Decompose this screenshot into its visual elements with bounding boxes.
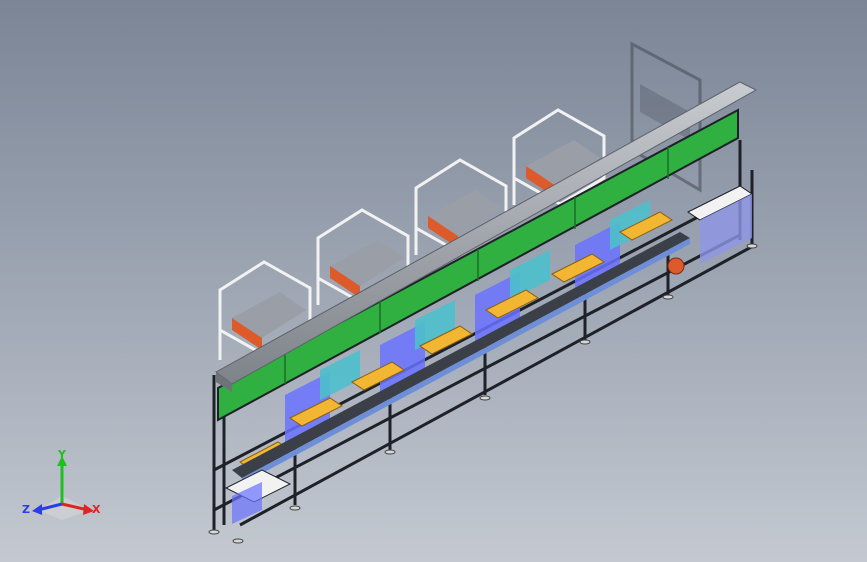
- end-unit-right[interactable]: [667, 185, 753, 275]
- orientation-triad[interactable]: Y X Z: [20, 448, 110, 528]
- x-axis-label: X: [92, 503, 101, 516]
- z-axis-label: Z: [22, 503, 30, 516]
- assembly-line-model[interactable]: [0, 0, 867, 562]
- cad-viewport[interactable]: Y X Z: [0, 0, 867, 562]
- y-axis-label: Y: [58, 448, 66, 461]
